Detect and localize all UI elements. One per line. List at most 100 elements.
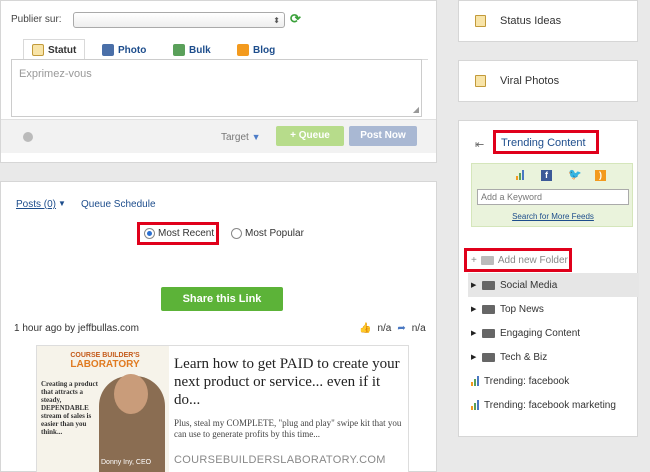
status-ideas-icon: [475, 15, 486, 27]
search-more-feeds-link[interactable]: Search for More Feeds: [472, 212, 634, 221]
tab-label: Blog: [253, 44, 276, 56]
expand-icon[interactable]: ▶: [471, 305, 477, 313]
radio-most-popular[interactable]: Most Popular: [231, 228, 304, 239]
bulk-icon: [173, 44, 185, 56]
feed-panel: Posts (0) ▼ Queue Schedule Most Recent M…: [0, 181, 437, 472]
folder-social-media[interactable]: ▶ Social Media: [468, 273, 639, 297]
trend-label: Trending: facebook marketing: [484, 399, 616, 411]
folder-top-news[interactable]: ▶ Top News: [468, 297, 639, 321]
ad-logo-bottom: LABORATORY: [70, 359, 140, 370]
folder-icon: [482, 280, 495, 290]
expand-icon[interactable]: ▶: [471, 281, 477, 289]
folder-icon: [480, 256, 494, 265]
publish-select[interactable]: ⬍: [73, 12, 285, 28]
post-preview-image[interactable]: COURSE BUILDER'S LABORATORY Creating a p…: [36, 345, 409, 472]
chevron-down-icon[interactable]: ▼: [58, 199, 66, 208]
tab-photo[interactable]: Photo: [102, 44, 146, 56]
status-textarea[interactable]: Exprimez-vous ◢: [11, 59, 422, 117]
expand-icon[interactable]: ▶: [471, 353, 477, 361]
plus-icon: +: [471, 255, 477, 266]
folder-label: Social Media: [500, 279, 558, 291]
ad-person-head: [114, 374, 148, 414]
compose-panel: Publier sur: ⬍ ⟳ Statut Photo Bulk Blog …: [0, 0, 437, 163]
publish-label: Publier sur:: [11, 14, 62, 25]
refresh-icon[interactable]: ⟳: [290, 12, 301, 26]
post-now-button[interactable]: Post Now: [349, 126, 417, 146]
keyword-box: f 🐦 ) Add a Keyword Search for More Feed…: [471, 163, 633, 227]
ad-logo-top: COURSE BUILDER'S: [70, 352, 140, 359]
ad-visual: COURSE BUILDER'S LABORATORY Creating a p…: [37, 346, 169, 472]
trending-title[interactable]: Trending Content: [501, 137, 586, 149]
viral-photos-icon: [475, 75, 486, 87]
status-ideas-box[interactable]: Status Ideas: [458, 0, 638, 42]
compose-toolbar: Target ▼ + Queue Post Now: [1, 119, 436, 153]
folder-label: Top News: [500, 303, 544, 315]
photo-icon: [102, 44, 114, 56]
ad-caption: Donny Iny, CEO: [101, 459, 152, 466]
folder-engaging-content[interactable]: ▶ Engaging Content: [468, 321, 639, 345]
trend-facebook-marketing[interactable]: Trending: facebook marketing: [468, 393, 639, 417]
rss-icon[interactable]: ): [595, 170, 606, 181]
viral-photos-box[interactable]: Viral Photos: [458, 60, 638, 102]
rss-icon: [237, 44, 249, 56]
trending-panel: ⇤ Trending Content f 🐦 ) Add a Keyword S…: [458, 120, 639, 437]
post-stats: 👍 n/a ➦ n/a: [359, 323, 426, 334]
tab-label: Statut: [48, 44, 77, 56]
ad-url: COURSEBUILDERSLABORATORY.COM: [174, 454, 386, 466]
source-icons: f 🐦 ): [514, 170, 606, 181]
trend-label: Trending: facebook: [484, 375, 570, 387]
ad-subtext: Plus, steal my COMPLETE, "plug and play"…: [174, 418, 402, 439]
target-dropdown[interactable]: Target ▼: [221, 132, 261, 143]
radio-label: Most Recent: [158, 228, 215, 239]
posts-link[interactable]: Posts (0): [16, 199, 56, 210]
share-link-button[interactable]: Share this Link: [161, 287, 283, 311]
radio-unselected-icon: [231, 228, 242, 239]
folder-list: ▶ Social Media ▶ Top News ▶ Engaging Con…: [468, 273, 639, 417]
shares-count: n/a: [411, 323, 426, 334]
tab-label: Photo: [118, 44, 147, 56]
add-folder-button[interactable]: + Add new Folder: [471, 255, 568, 266]
folder-label: Engaging Content: [500, 327, 581, 339]
viral-photos-label: Viral Photos: [500, 75, 560, 87]
trending-icon: ⇤: [475, 139, 485, 151]
status-ideas-label: Status Ideas: [500, 15, 562, 27]
post-meta: 1 hour ago by jeffbullas.com: [14, 323, 139, 334]
tab-statut[interactable]: Statut: [32, 44, 76, 56]
tab-label: Bulk: [189, 44, 211, 56]
target-label: Target: [221, 132, 249, 143]
ad-logo: COURSE BUILDER'S LABORATORY: [65, 351, 145, 370]
trend-facebook[interactable]: Trending: facebook: [468, 369, 639, 393]
twitter-icon[interactable]: 🐦: [568, 170, 582, 181]
queue-schedule-link[interactable]: Queue Schedule: [81, 199, 156, 210]
facebook-icon[interactable]: f: [541, 170, 552, 181]
keyword-placeholder: Add a Keyword: [481, 192, 543, 202]
select-arrows-icon: ⬍: [273, 16, 280, 25]
add-to-queue-button[interactable]: + Queue: [276, 126, 344, 146]
ad-quote: Creating a product that attracts a stead…: [41, 380, 98, 436]
keyword-input[interactable]: Add a Keyword: [477, 189, 629, 205]
likes-count: n/a: [377, 323, 392, 334]
add-folder-label: Add new Folder: [497, 255, 568, 266]
folder-tech-biz[interactable]: ▶ Tech & Biz: [468, 345, 639, 369]
ad-headline: Learn how to get PAID to create your nex…: [174, 356, 400, 408]
folder-icon: [482, 352, 495, 362]
schedule-icon[interactable]: [23, 132, 33, 142]
folder-icon: [482, 328, 495, 338]
radio-label: Most Popular: [245, 228, 304, 239]
share-arrow-icon: ➦: [397, 323, 406, 334]
textarea-placeholder: Exprimez-vous: [19, 68, 92, 80]
bar-chart-icon: [471, 400, 479, 410]
bar-chart-icon[interactable]: [514, 170, 525, 181]
radio-selected-icon: [144, 228, 155, 239]
tab-blog[interactable]: Blog: [237, 44, 275, 56]
like-icon: 👍: [359, 323, 372, 334]
folder-label: Tech & Biz: [500, 351, 548, 363]
resize-handle-icon[interactable]: ◢: [413, 105, 419, 114]
folder-icon: [482, 304, 495, 314]
expand-icon[interactable]: ▶: [471, 329, 477, 337]
tab-bulk[interactable]: Bulk: [173, 44, 211, 56]
radio-most-recent[interactable]: Most Recent: [144, 228, 214, 239]
status-icon: [32, 44, 44, 56]
bar-chart-icon: [471, 376, 479, 386]
chevron-down-icon: ▼: [251, 132, 261, 142]
